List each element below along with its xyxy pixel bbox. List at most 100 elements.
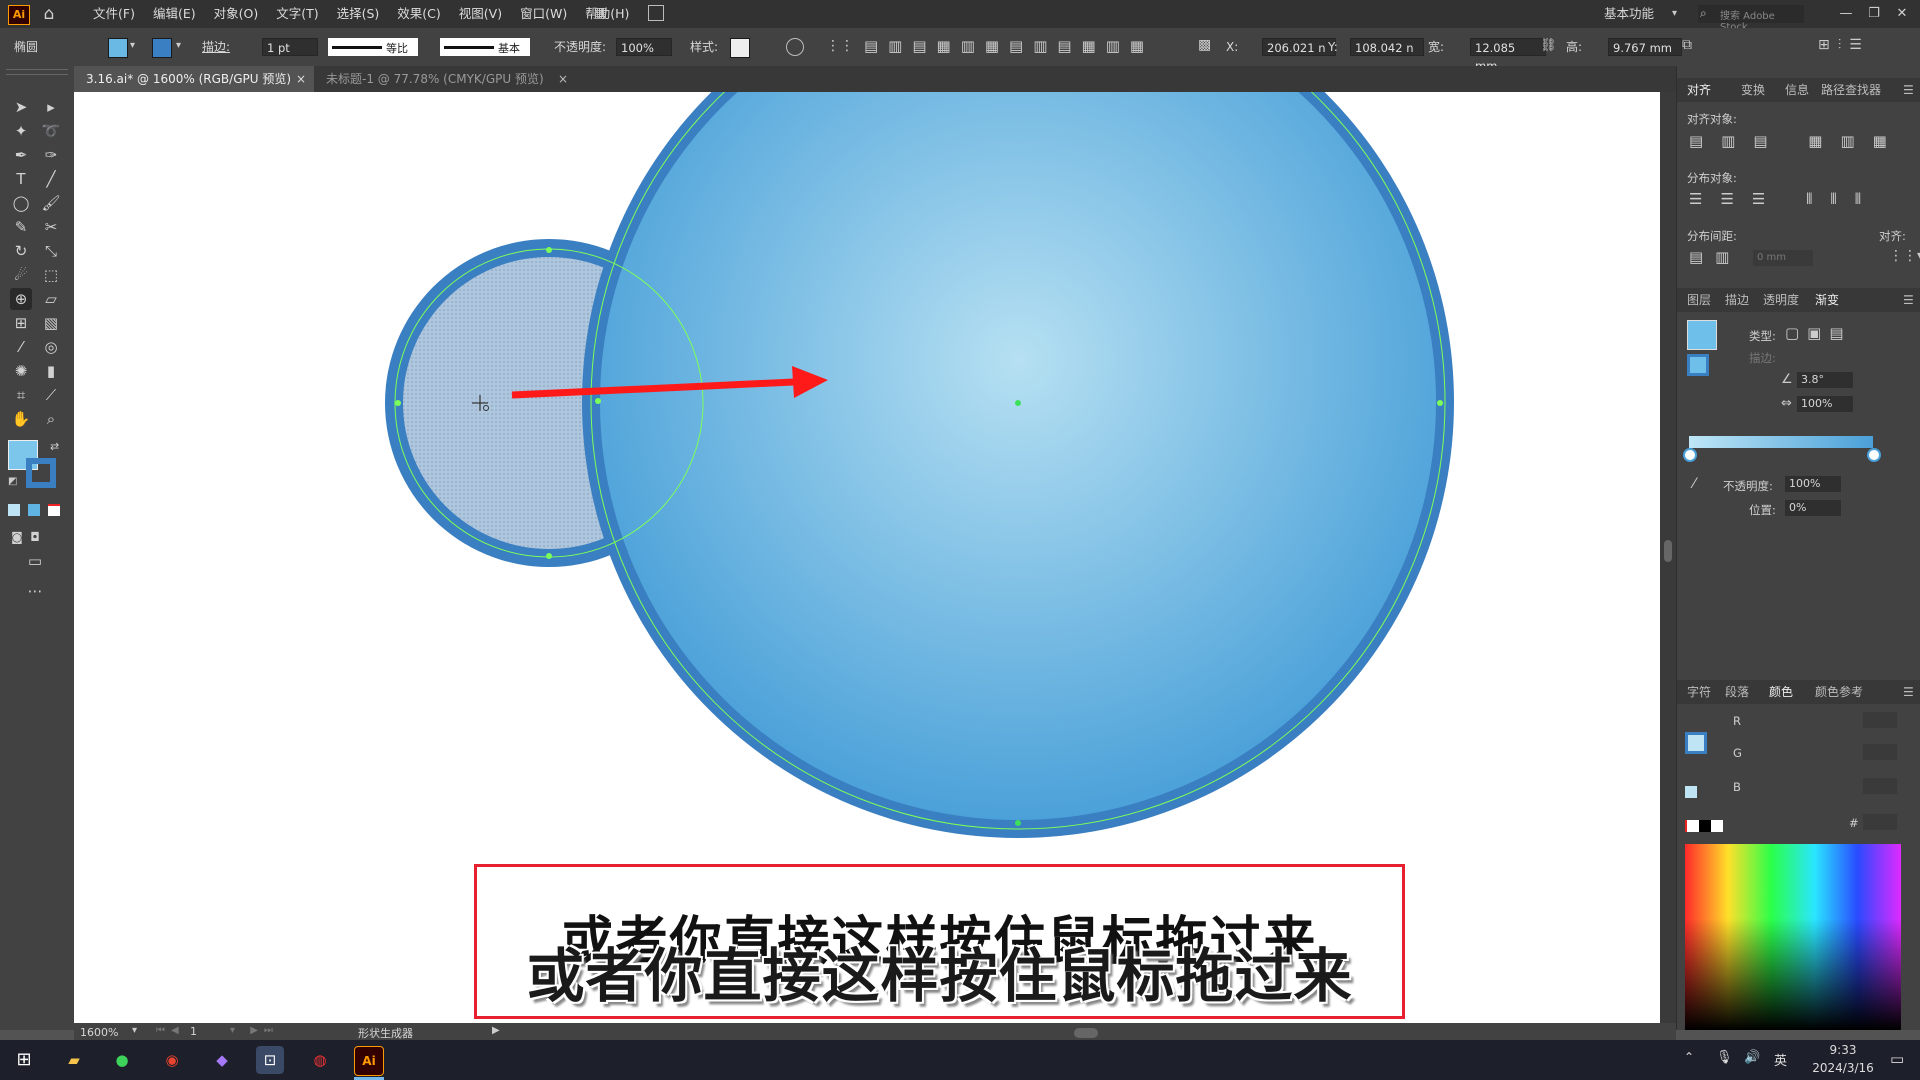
color-b-field[interactable] (1863, 778, 1897, 794)
menu-type[interactable]: 文字(T) (267, 0, 327, 28)
symbol-sprayer-tool-icon[interactable]: ✺ (10, 360, 32, 382)
gpu-icon[interactable] (648, 5, 664, 21)
tab-character[interactable]: 字符 (1687, 680, 1711, 704)
magic-wand-tool-icon[interactable]: ✦ (10, 120, 32, 142)
gradient-aspect-field[interactable]: 100% (1797, 396, 1853, 412)
arrange-documents-icon[interactable]: ▦ (594, 5, 612, 21)
color-spectrum[interactable] (1685, 844, 1901, 1030)
stroke-profile-select[interactable]: 等比 (328, 38, 418, 56)
eyedropper-icon[interactable]: ⁄ (1693, 476, 1695, 492)
play-icon[interactable]: ▶ (492, 1025, 500, 1036)
tab-transform[interactable]: 变换 (1741, 78, 1765, 102)
draw-behind-icon[interactable]: ◘ (24, 526, 46, 548)
zoom-level[interactable]: 1600% (80, 1025, 140, 1041)
default-colors-icon[interactable]: ◩ (8, 476, 17, 487)
stroke-weight-field[interactable]: 1 pt (262, 38, 318, 56)
chevron-down-icon[interactable]: ▾ (1672, 4, 1692, 24)
chevron-down-icon[interactable]: ▾ (176, 40, 181, 51)
wechat-icon[interactable]: ● (108, 1046, 136, 1074)
tab-document-inactive[interactable]: 未标题-1 @ 77.78% (CMYK/GPU 预览) (314, 66, 584, 92)
tab-paragraph[interactable]: 段落 (1725, 680, 1749, 704)
none-mode-icon[interactable] (48, 504, 60, 516)
color-g-field[interactable] (1863, 744, 1897, 760)
mesh-tool-icon[interactable]: ⊞ (10, 312, 32, 334)
stroke-color-box[interactable] (26, 458, 56, 488)
align-grid-icon[interactable]: ⋮⋮ (826, 38, 854, 54)
stock-search[interactable]: ⌕ 搜索 Adobe Stock (1698, 5, 1804, 33)
restore-icon[interactable]: ❐ (1862, 4, 1886, 24)
anchor-point[interactable] (1437, 400, 1443, 406)
graphic-style-swatch[interactable] (730, 38, 750, 58)
tab-pathfinder[interactable]: 路径查找器 (1821, 78, 1881, 102)
type-tool-icon[interactable]: T (10, 168, 32, 190)
spacing-field[interactable]: 0 mm (1753, 250, 1813, 266)
clock-time[interactable]: 9:33 (1808, 1043, 1878, 1057)
gradient-tool-icon[interactable]: ▧ (40, 312, 62, 334)
rotate-tool-icon[interactable]: ↻ (10, 240, 32, 262)
volume-icon[interactable]: 🔊 (1744, 1050, 1760, 1065)
menu-view[interactable]: 视图(V) (450, 0, 511, 28)
scroll-thumb[interactable] (1664, 540, 1672, 562)
color-hex-field[interactable] (1863, 814, 1897, 830)
panel-menu-icon[interactable]: ☰ (1903, 78, 1914, 102)
vertical-scrollbar[interactable] (1660, 92, 1676, 1023)
scissors-tool-icon[interactable]: ✂ (40, 216, 62, 238)
fill-swatch[interactable] (108, 38, 128, 58)
anchor-point[interactable] (546, 553, 552, 559)
anchor-point[interactable] (546, 247, 552, 253)
column-graph-tool-icon[interactable]: ▮ (40, 360, 62, 382)
menu-file[interactable]: 文件(F) (84, 0, 144, 28)
free-transform-tool-icon[interactable]: ⬚ (40, 264, 62, 286)
stroke-label[interactable]: 描边: (202, 28, 230, 66)
tab-align[interactable]: 对齐 (1687, 78, 1711, 102)
align-buttons-icon[interactable]: ▤▥▤▦▥▦▤▥▤▦▥▦ (864, 37, 1154, 55)
paintbrush-tool-icon[interactable]: 🖌 (40, 192, 62, 214)
anchor-point[interactable] (1015, 820, 1021, 826)
gradient-opacity-field[interactable]: 100% (1785, 476, 1841, 492)
gradient-stop-left[interactable] (1683, 448, 1697, 462)
brush-select[interactable]: 基本 (440, 38, 530, 56)
minimize-icon[interactable]: — (1834, 4, 1858, 24)
constrain-proportions-icon[interactable]: ⛓ (1540, 38, 1557, 53)
perspective-grid-tool-icon[interactable]: ▱ (40, 288, 62, 310)
chrome-icon[interactable]: ◉ (158, 1046, 186, 1074)
close-icon[interactable]: ✕ (1890, 4, 1914, 24)
gradient-type-buttons-icon[interactable]: ▢▣▤ (1785, 324, 1852, 342)
eyedropper-tool-icon[interactable]: ⁄ (10, 336, 32, 358)
text-app-icon[interactable]: ⊡ (256, 1046, 284, 1074)
tab-info[interactable]: 信息 (1785, 78, 1809, 102)
tab-color-guide[interactable]: 颜色参考 (1815, 680, 1863, 704)
last-color-swatch[interactable] (1685, 786, 1697, 798)
x-field[interactable]: 206.021 n (1262, 38, 1336, 56)
gradient-slider[interactable] (1689, 436, 1873, 448)
transform-icon[interactable]: ⧉ (1682, 37, 1692, 53)
hand-tool-icon[interactable]: ✋ (10, 408, 32, 430)
selection-tool-icon[interactable]: ➤ (10, 96, 32, 118)
panel-menu-icon[interactable]: ☰ (1903, 288, 1914, 312)
tab-document-active[interactable]: 3.16.ai* @ 1600% (RGB/GPU 预览) (74, 66, 314, 92)
menu-window[interactable]: 窗口(W) (511, 0, 576, 28)
swap-icon[interactable]: ⇄ (50, 440, 59, 453)
windows-start-icon[interactable]: ⊞ (10, 1046, 38, 1074)
y-field[interactable]: 108.042 n (1350, 38, 1424, 56)
shape-builder-tool-icon[interactable]: ⊕ (10, 288, 32, 310)
ellipse-tool-icon[interactable]: ◯ (10, 192, 32, 214)
distribute-object-buttons-icon[interactable]: ☰☰☰ ⫴⫴⫴ (1689, 190, 1879, 208)
color-mode-icon[interactable] (8, 504, 20, 516)
color-r-field[interactable] (1863, 712, 1897, 728)
line-tool-icon[interactable]: ╱ (40, 168, 62, 190)
artboard-nav-next-icon[interactable]: ▾ ▶⏭ (230, 1025, 279, 1036)
chevron-up-icon[interactable]: ⌃ (1684, 1050, 1694, 1064)
artboard-tool-icon[interactable]: ⌗ (10, 384, 32, 406)
horizontal-scroll-thumb[interactable] (1074, 1028, 1098, 1038)
menu-object[interactable]: 对象(O) (205, 0, 268, 28)
file-explorer-icon[interactable]: ▰ (60, 1046, 88, 1074)
blend-tool-icon[interactable]: ◎ (40, 336, 62, 358)
gradient-preview-swatch[interactable] (1687, 320, 1717, 350)
distribute-spacing-buttons-icon[interactable]: ▤▥ (1689, 248, 1741, 266)
stroke-swatch[interactable] (152, 38, 172, 58)
curvature-tool-icon[interactable]: ✑ (40, 144, 62, 166)
illustrator-taskbar-icon[interactable]: Ai (354, 1046, 384, 1076)
menu-select[interactable]: 选择(S) (328, 0, 389, 28)
tab-color[interactable]: 颜色 (1769, 680, 1793, 704)
